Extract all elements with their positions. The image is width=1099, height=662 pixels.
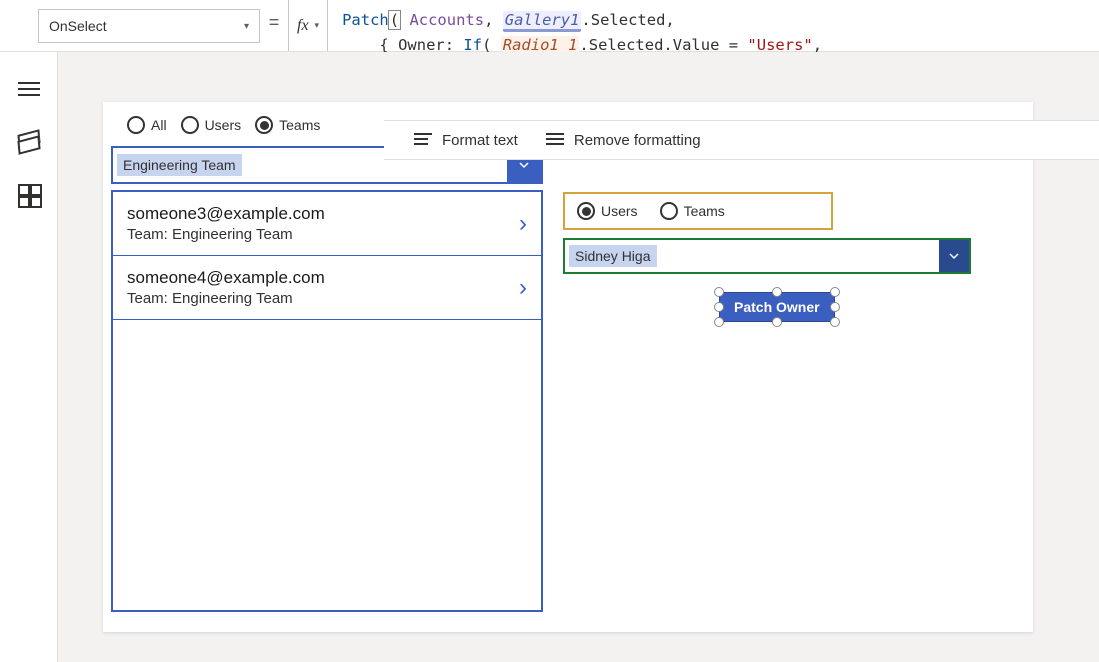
- remove-formatting-button[interactable]: Remove formatting: [546, 132, 701, 149]
- equals-label: =: [260, 0, 288, 33]
- gallery[interactable]: someone3@example.com Team: Engineering T…: [111, 190, 543, 612]
- radio-owner-type[interactable]: Users Teams: [563, 192, 833, 230]
- radio-users-left[interactable]: Users: [181, 116, 242, 134]
- resize-handle[interactable]: [830, 302, 840, 312]
- resize-handle[interactable]: [830, 287, 840, 297]
- resize-handle[interactable]: [772, 317, 782, 327]
- remove-label: Remove formatting: [574, 132, 701, 149]
- combobox-owner[interactable]: Sidney Higa: [563, 238, 971, 274]
- radio-teams-left[interactable]: Teams: [255, 116, 320, 134]
- combobox-chip: Engineering Team: [117, 154, 242, 176]
- tree-view-icon[interactable]: [18, 132, 40, 150]
- gallery-item[interactable]: someone4@example.com Team: Engineering T…: [113, 256, 541, 320]
- item-team: Team: Engineering Team: [127, 290, 519, 307]
- insert-icon[interactable]: [18, 184, 40, 202]
- property-value: OnSelect: [49, 18, 107, 34]
- remove-format-icon: [546, 133, 564, 147]
- fx-label: fx: [297, 17, 309, 35]
- resize-handle[interactable]: [830, 317, 840, 327]
- chevron-down-icon: ▾: [244, 21, 249, 32]
- property-dropdown[interactable]: OnSelect ▾: [38, 9, 260, 43]
- gallery-item[interactable]: someone3@example.com Team: Engineering T…: [113, 192, 541, 256]
- item-email: someone4@example.com: [127, 268, 519, 288]
- format-text-button[interactable]: Format text: [414, 132, 518, 149]
- chevron-down-icon: ▾: [315, 20, 320, 31]
- format-icon: [414, 133, 432, 147]
- radio-users-right[interactable]: Users: [577, 202, 638, 220]
- chevron-down-icon[interactable]: [939, 240, 969, 272]
- app-canvas[interactable]: All Users Teams Engineering Team: [103, 102, 1033, 632]
- chevron-right-icon[interactable]: ›: [519, 274, 527, 302]
- resize-handle[interactable]: [714, 287, 724, 297]
- item-team: Team: Engineering Team: [127, 226, 519, 243]
- resize-handle[interactable]: [714, 302, 724, 312]
- format-label: Format text: [442, 132, 518, 149]
- radio-all[interactable]: All: [127, 116, 167, 134]
- radio-teams-right[interactable]: Teams: [660, 202, 725, 220]
- chevron-right-icon[interactable]: ›: [519, 210, 527, 238]
- fx-button[interactable]: fx ▾: [288, 0, 328, 51]
- combobox-chip: Sidney Higa: [569, 245, 657, 267]
- resize-handle[interactable]: [714, 317, 724, 327]
- resize-handle[interactable]: [772, 287, 782, 297]
- selected-control[interactable]: Patch Owner: [719, 292, 835, 322]
- hamburger-icon[interactable]: [18, 80, 40, 98]
- item-email: someone3@example.com: [127, 204, 519, 224]
